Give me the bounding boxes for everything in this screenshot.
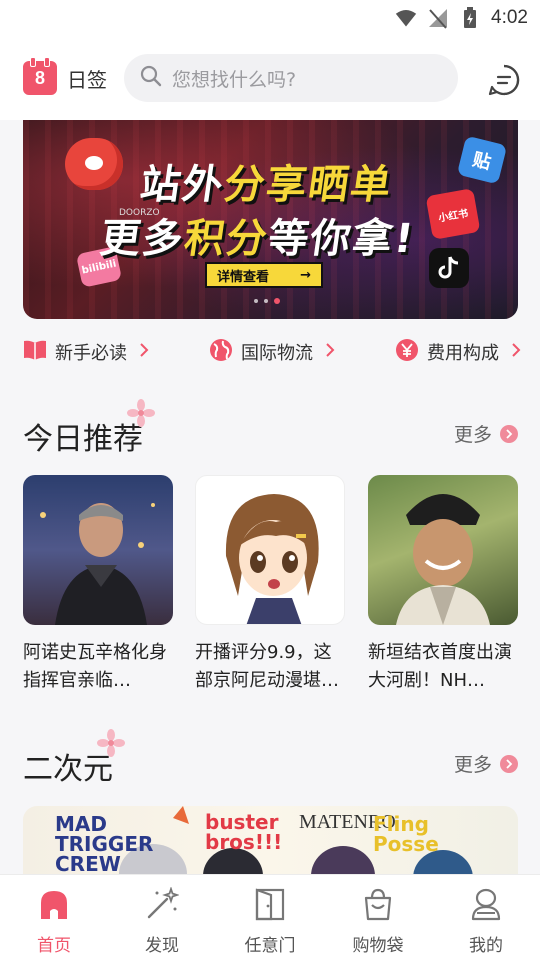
today-more-link[interactable]: 更多 [454, 420, 518, 447]
sakura-icon [96, 728, 126, 758]
card-image [368, 475, 518, 625]
card-title: 开播评分9.9，这部京阿尼动漫堪… [195, 642, 339, 691]
nav-label: 首页 [37, 936, 71, 956]
quick-link-label: 国际物流 [241, 343, 313, 364]
chevron-right-icon [500, 424, 518, 443]
chevron-right-icon [139, 342, 149, 363]
magic-wand-icon [145, 886, 180, 925]
quick-links: 新手必读 国际物流 费用构成 [0, 330, 540, 374]
nav-label: 我的 [469, 936, 503, 956]
card-image [23, 475, 173, 625]
pagination-dot [254, 299, 258, 303]
nav-profile[interactable]: 我的 [432, 875, 540, 960]
search-icon [140, 65, 162, 91]
section-title: 今日推荐 [23, 422, 143, 457]
banner-headline-1: 站外分享晒单 [137, 162, 396, 208]
yen-icon [395, 338, 419, 366]
arrow-right-icon: → [300, 267, 311, 283]
quick-link-label: 费用构成 [427, 343, 499, 364]
message-icon[interactable] [487, 63, 521, 97]
pagination-dot-active [274, 298, 280, 304]
fling-posse-logo: Fling Posse [373, 812, 439, 856]
daily-sign-button[interactable]: 8 日签 [23, 57, 107, 95]
home-icon [37, 887, 71, 925]
header: 8 日签 您想找什么吗? [0, 36, 540, 120]
tiktok-icon [429, 248, 469, 288]
nav-home[interactable]: 首页 [0, 875, 108, 960]
acg-more-link[interactable]: 更多 [454, 750, 518, 777]
recommend-card[interactable]: 新垣结衣首度出演大河剧！NH… [368, 475, 518, 695]
quick-link-logistics[interactable]: 国际物流 [209, 330, 335, 374]
banner-pagination [254, 298, 280, 304]
status-time: 4:02 [491, 7, 528, 28]
more-label: 更多 [453, 424, 492, 446]
globe-icon [209, 338, 233, 366]
weibo-icon [65, 138, 123, 190]
sakura-icon [126, 398, 156, 428]
banner-details-button[interactable]: 详情查看 → [205, 262, 323, 288]
xiaohongshu-icon: 小红书 [425, 188, 481, 240]
quick-link-fees[interactable]: 费用构成 [395, 330, 521, 374]
chevron-right-icon [325, 342, 335, 363]
nav-discover[interactable]: 发现 [108, 875, 216, 960]
pagination-dot [264, 299, 268, 303]
section-today-header: 今日推荐 更多 [0, 399, 540, 457]
quick-link-label: 新手必读 [55, 343, 127, 364]
banner-headline-2: 更多积分等你拿! [97, 216, 418, 262]
status-bar: 4:02 [0, 0, 540, 36]
door-icon [253, 887, 287, 925]
profile-icon [469, 887, 503, 925]
quick-link-guide[interactable]: 新手必读 [23, 330, 149, 374]
card-title: 阿诺史瓦辛格化身指挥官亲临… [23, 642, 167, 691]
shopping-bag-icon [361, 887, 395, 925]
search-input[interactable]: 您想找什么吗? [124, 54, 458, 102]
promo-banner[interactable]: 贴 小红书 bilibili 站外分享晒单 DOORZO 更多积分等你拿! 详情… [23, 120, 518, 319]
search-placeholder: 您想找什么吗? [172, 68, 297, 91]
mad-trigger-crew-logo: MAD TRIGGER CREW [55, 812, 154, 876]
recommend-card[interactable]: 阿诺史瓦辛格化身指挥官亲临… [23, 475, 173, 695]
wifi-icon [395, 7, 417, 29]
chevron-right-icon [511, 342, 521, 363]
nav-label: 任意门 [244, 936, 296, 956]
acg-banner[interactable]: MAD TRIGGER CREW buster bros!!! MATENRO … [23, 806, 518, 876]
section-acg-header: 二次元 更多 [0, 729, 540, 787]
battery-charging-icon [459, 7, 481, 29]
card-title: 新垣结衣首度出演大河剧！NH… [368, 642, 512, 691]
nav-anywhere-door[interactable]: 任意门 [216, 875, 324, 960]
bottom-nav: 首页 发现 任意门 购物袋 我的 [0, 874, 540, 960]
recommend-card[interactable]: 开播评分9.9，这部京阿尼动漫堪… [195, 475, 345, 695]
chevron-right-icon [500, 754, 518, 773]
more-label: 更多 [453, 754, 492, 776]
nav-label: 发现 [145, 936, 179, 956]
nav-shopping-bag[interactable]: 购物袋 [324, 875, 432, 960]
card-image [195, 475, 345, 625]
daily-sign-label: 日签 [67, 67, 107, 92]
buster-bros-logo: buster bros!!! [205, 810, 283, 854]
book-icon [23, 339, 47, 365]
calendar-icon: 8 [23, 57, 57, 95]
no-signal-icon [427, 7, 449, 29]
nav-label: 购物袋 [352, 936, 404, 956]
